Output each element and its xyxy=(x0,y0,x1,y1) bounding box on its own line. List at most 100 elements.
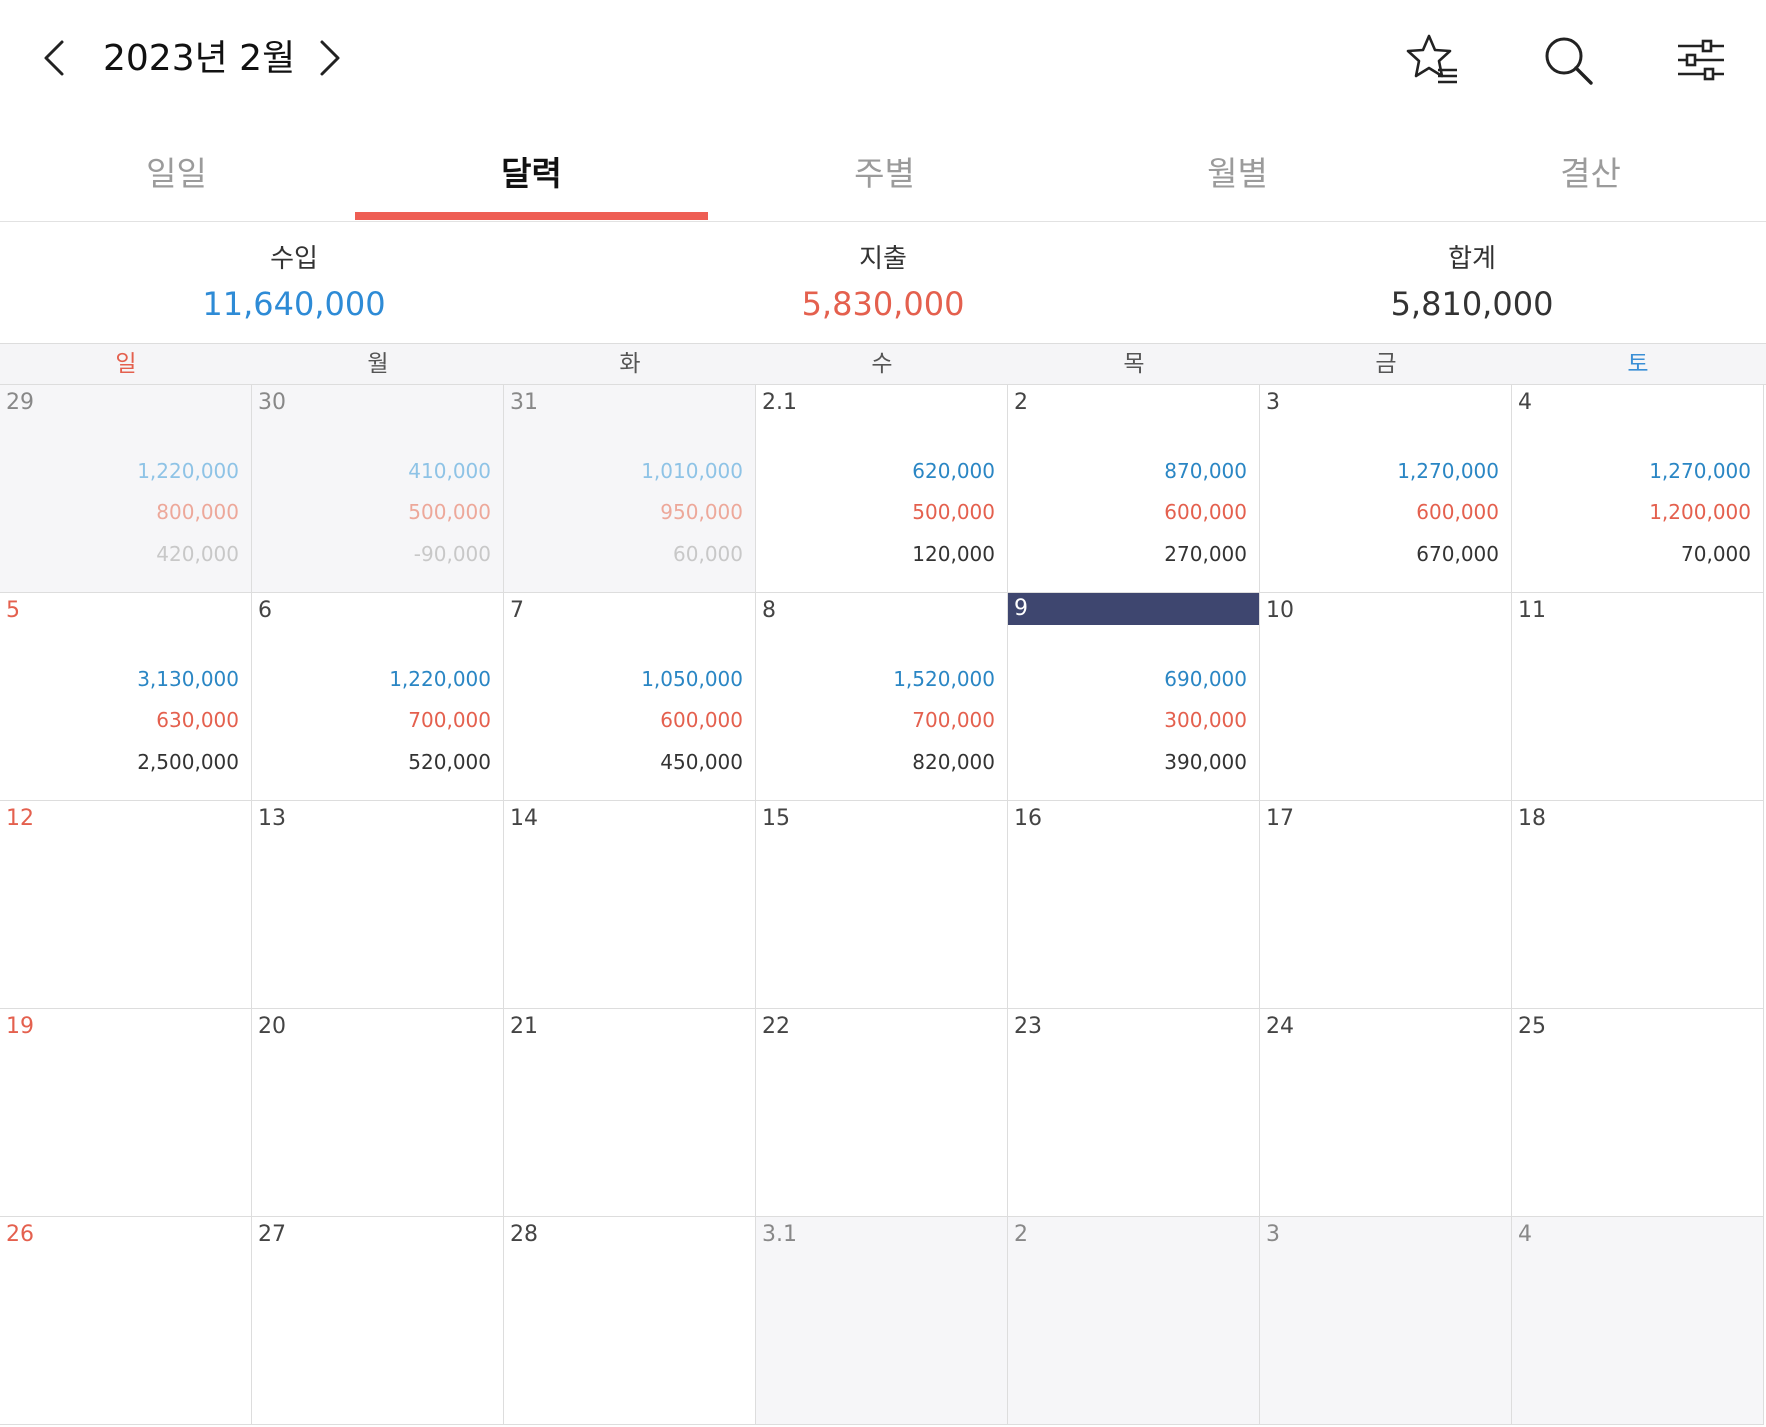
day-number: 8 xyxy=(762,598,776,623)
calendar-day-cell[interactable]: 3 xyxy=(1260,1217,1512,1425)
expense-value: 5,830,000 xyxy=(801,285,965,323)
day-expense-amount: 600,000 xyxy=(1416,500,1499,524)
day-number: 14 xyxy=(510,806,538,831)
day-number: 16 xyxy=(1014,806,1042,831)
tab-calendar[interactable]: 달력 xyxy=(355,120,708,221)
day-number: 2 xyxy=(1014,390,1028,415)
calendar-day-cell[interactable]: 13 xyxy=(252,801,504,1009)
day-income-amount: 1,010,000 xyxy=(641,459,743,483)
active-tab-indicator xyxy=(355,212,708,220)
day-total-amount: 120,000 xyxy=(912,542,995,566)
day-expense-amount: 1,200,000 xyxy=(1649,500,1751,524)
day-number: 7 xyxy=(510,598,524,623)
filter-button[interactable] xyxy=(1673,32,1729,88)
day-number: 3 xyxy=(1266,1222,1280,1247)
calendar-day-cell[interactable]: 14 xyxy=(504,801,756,1009)
calendar-day-cell[interactable]: 25 xyxy=(1512,1009,1764,1217)
day-income-amount: 1,270,000 xyxy=(1649,459,1751,483)
day-number: 11 xyxy=(1518,598,1546,623)
calendar-day-cell[interactable]: 10 xyxy=(1260,593,1512,801)
day-expense-amount: 800,000 xyxy=(156,500,239,524)
calendar-day-cell-today[interactable]: 9 690,000 300,000 390,000 xyxy=(1008,593,1260,801)
tab-daily[interactable]: 일일 xyxy=(0,120,353,221)
calendar-day-cell[interactable]: 24 xyxy=(1260,1009,1512,1217)
calendar-day-cell[interactable]: 12 xyxy=(0,801,252,1009)
day-expense-amount: 700,000 xyxy=(912,708,995,732)
header: 2023년 2월 xyxy=(0,0,1766,118)
day-number: 24 xyxy=(1266,1014,1294,1039)
day-number: 5 xyxy=(6,598,20,623)
calendar-day-cell[interactable]: 3.1 xyxy=(756,1217,1008,1425)
day-income-amount: 1,520,000 xyxy=(893,667,995,691)
day-number: 30 xyxy=(258,390,286,415)
star-list-icon xyxy=(1406,34,1457,84)
weekday-label: 목 xyxy=(1123,351,1145,377)
favorites-button[interactable] xyxy=(1405,32,1461,88)
day-expense-amount: 300,000 xyxy=(1164,708,1247,732)
weekday-label: 수 xyxy=(871,351,893,377)
prev-month-button[interactable] xyxy=(34,36,78,80)
calendar-day-cell[interactable]: 2.1 620,000 500,000 120,000 xyxy=(756,385,1008,593)
day-number: 25 xyxy=(1518,1014,1546,1039)
tab-summary[interactable]: 결산 xyxy=(1414,120,1766,221)
calendar-day-cell[interactable]: 20 xyxy=(252,1009,504,1217)
day-number: 13 xyxy=(258,806,286,831)
calendar-day-cell[interactable]: 28 xyxy=(504,1217,756,1425)
weekday-label: 일 xyxy=(115,351,137,377)
tab-weekly[interactable]: 주별 xyxy=(708,120,1061,221)
calendar-day-cell[interactable]: 29 1,220,000 800,000 420,000 xyxy=(0,385,252,593)
calendar-day-cell[interactable]: 4 1,270,000 1,200,000 70,000 xyxy=(1512,385,1764,593)
day-income-amount: 1,050,000 xyxy=(641,667,743,691)
day-total-amount: 670,000 xyxy=(1416,542,1499,566)
day-total-amount: 520,000 xyxy=(408,750,491,774)
calendar-day-cell[interactable]: 26 xyxy=(0,1217,252,1425)
expense-label: 지출 xyxy=(859,244,907,274)
calendar-day-cell[interactable]: 7 1,050,000 600,000 450,000 xyxy=(504,593,756,801)
day-number: 12 xyxy=(6,806,34,831)
next-month-button[interactable] xyxy=(306,36,350,80)
calendar-day-cell[interactable]: 22 xyxy=(756,1009,1008,1217)
calendar-day-cell[interactable]: 21 xyxy=(504,1009,756,1217)
calendar-day-cell[interactable]: 30 410,000 500,000 -90,000 xyxy=(252,385,504,593)
calendar-day-cell[interactable]: 17 xyxy=(1260,801,1512,1009)
calendar-day-cell[interactable]: 18 xyxy=(1512,801,1764,1009)
day-number: 4 xyxy=(1518,1222,1532,1247)
calendar-day-cell[interactable]: 31 1,010,000 950,000 60,000 xyxy=(504,385,756,593)
day-income-amount: 1,220,000 xyxy=(137,459,239,483)
calendar-day-cell[interactable]: 8 1,520,000 700,000 820,000 xyxy=(756,593,1008,801)
weekday-label: 토 xyxy=(1627,351,1649,377)
day-number: 4 xyxy=(1518,390,1532,415)
day-number: 2 xyxy=(1014,1222,1028,1247)
month-title[interactable]: 2023년 2월 xyxy=(103,34,295,84)
search-button[interactable] xyxy=(1540,32,1596,88)
chevron-left-icon xyxy=(44,40,64,76)
calendar-day-cell[interactable]: 16 xyxy=(1008,801,1260,1009)
search-icon xyxy=(1545,37,1593,85)
calendar-day-cell[interactable]: 23 xyxy=(1008,1009,1260,1217)
calendar-day-cell[interactable]: 3 1,270,000 600,000 670,000 xyxy=(1260,385,1512,593)
calendar-day-cell[interactable]: 5 3,130,000 630,000 2,500,000 xyxy=(0,593,252,801)
day-number: 19 xyxy=(6,1014,34,1039)
day-number: 15 xyxy=(762,806,790,831)
calendar-day-cell[interactable]: 15 xyxy=(756,801,1008,1009)
calendar-day-cell[interactable]: 6 1,220,000 700,000 520,000 xyxy=(252,593,504,801)
total-value: 5,810,000 xyxy=(1390,285,1554,323)
calendar-day-cell[interactable]: 11 xyxy=(1512,593,1764,801)
day-number: 27 xyxy=(258,1222,286,1247)
day-income-amount: 3,130,000 xyxy=(137,667,239,691)
day-number: 23 xyxy=(1014,1014,1042,1039)
income-summary: 수입 11,640,000 xyxy=(0,242,588,328)
calendar-day-cell[interactable]: 27 xyxy=(252,1217,504,1425)
calendar-day-cell[interactable]: 4 xyxy=(1512,1217,1764,1425)
calendar-day-cell[interactable]: 19 xyxy=(0,1009,252,1217)
tab-monthly[interactable]: 월별 xyxy=(1061,120,1414,221)
day-number: 3.1 xyxy=(762,1222,797,1247)
calendar-day-cell[interactable]: 2 xyxy=(1008,1217,1260,1425)
calendar-day-cell[interactable]: 2 870,000 600,000 270,000 xyxy=(1008,385,1260,593)
expense-summary: 지출 5,830,000 xyxy=(589,242,1177,328)
day-number: 18 xyxy=(1518,806,1546,831)
day-total-amount: 390,000 xyxy=(1164,750,1247,774)
day-total-amount: 70,000 xyxy=(1681,542,1751,566)
total-label: 합계 xyxy=(1448,244,1496,274)
day-income-amount: 690,000 xyxy=(1164,667,1247,691)
